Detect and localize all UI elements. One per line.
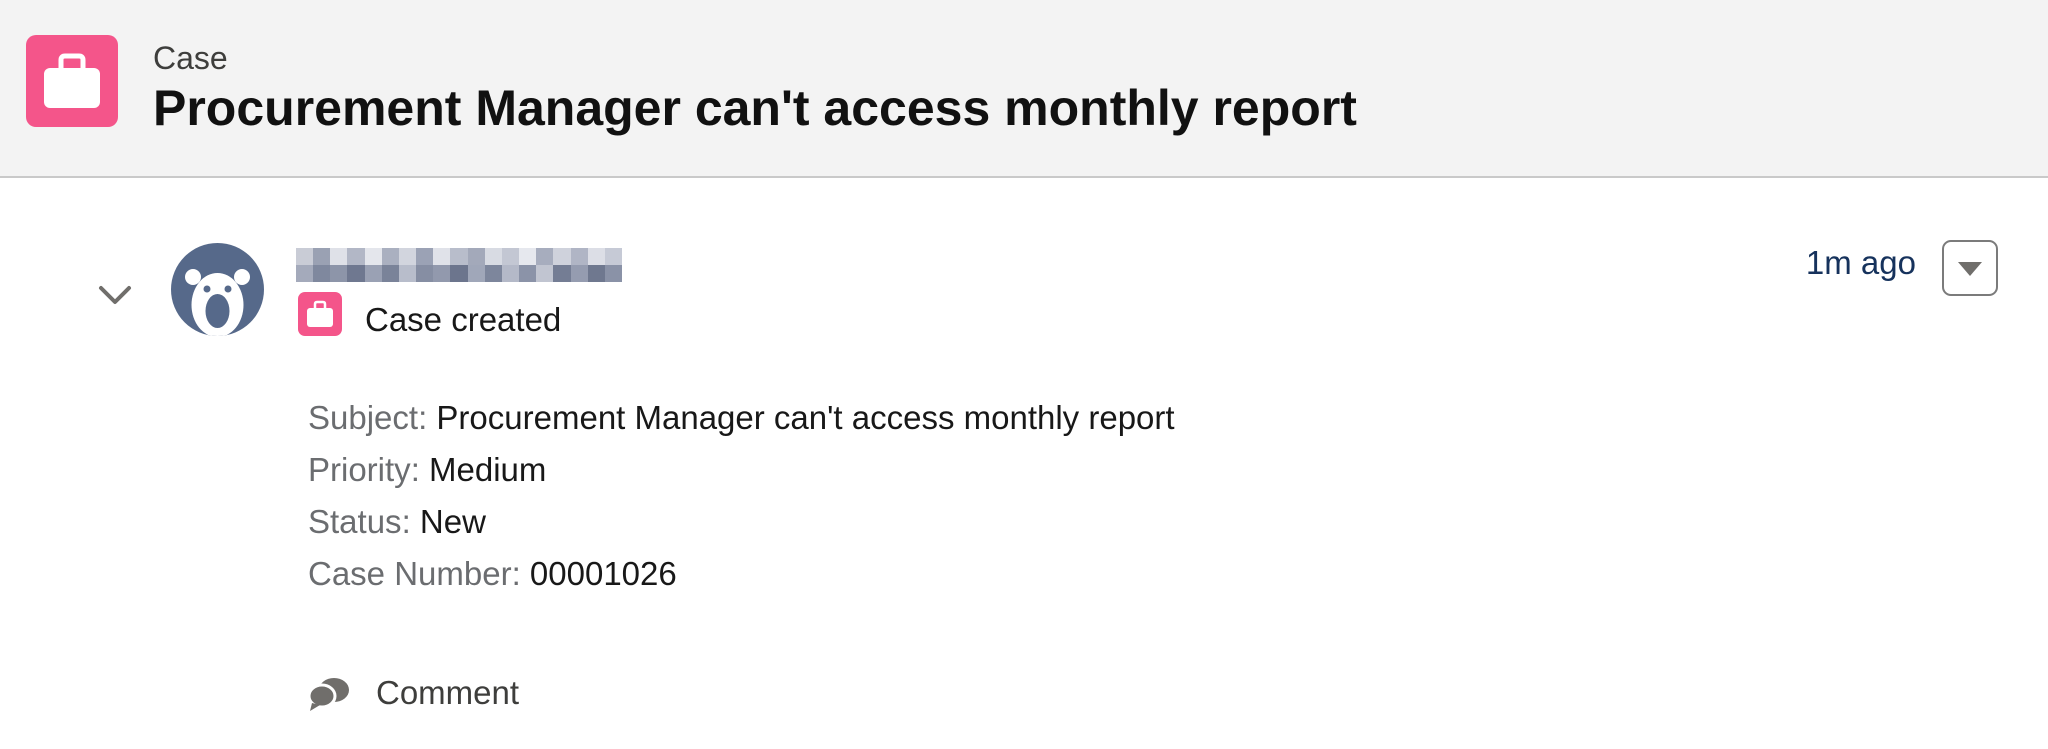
comment-button[interactable]: Comment <box>306 669 519 717</box>
avatar[interactable] <box>171 243 264 336</box>
field-label: Status <box>308 503 402 540</box>
field-label: Case Number <box>308 555 512 592</box>
chevron-down-icon <box>99 286 131 304</box>
case-field-list: Subject: Procurement Manager can't acces… <box>308 396 1175 604</box>
timestamp-link[interactable]: 1m ago <box>1806 242 1916 284</box>
field-value: New <box>419 503 486 540</box>
object-type-label: Case <box>153 40 228 76</box>
case-briefcase-icon <box>298 292 342 336</box>
case-feed-page: Case Procurement Manager can't access mo… <box>0 0 2048 749</box>
field-value: Medium <box>429 451 547 488</box>
actions-menu-button[interactable] <box>1942 240 1998 296</box>
field-value: 00001026 <box>529 555 677 592</box>
event-type-label: Case created <box>365 301 562 338</box>
record-header: Case Procurement Manager can't access mo… <box>0 0 2048 178</box>
actor-name-redacted[interactable] <box>296 248 622 282</box>
field-value: Procurement Manager can't access monthly… <box>436 399 1175 436</box>
comment-label: Comment <box>376 674 520 711</box>
comment-bubbles-icon <box>307 678 349 711</box>
case-briefcase-icon <box>26 35 118 127</box>
field-label: Subject <box>308 399 419 436</box>
field-row-priority: Priority: Medium <box>308 451 547 488</box>
field-label: Priority <box>308 451 411 488</box>
bear-avatar-icon <box>185 269 250 336</box>
field-row-status: Status: New <box>308 503 486 540</box>
field-row-subject: Subject: Procurement Manager can't acces… <box>308 399 1175 436</box>
field-row-case-number: Case Number: 00001026 <box>308 555 677 592</box>
collapse-toggle-button[interactable] <box>93 278 137 314</box>
page-title: Procurement Manager can't access monthly… <box>153 80 1357 136</box>
triangle-down-icon <box>1958 262 1982 276</box>
